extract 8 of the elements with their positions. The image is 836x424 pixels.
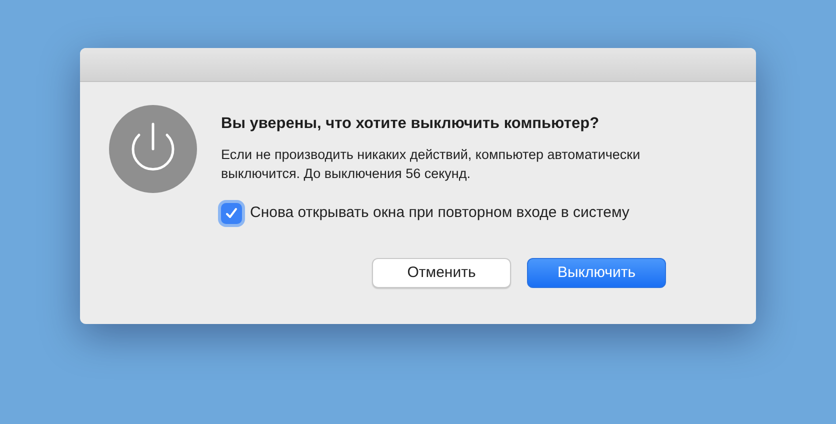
dialog-message: Если не производить никаких действий, компьютер автоматически выключится. До выключения 56 секунд. [221, 146, 642, 184]
shutdown-button[interactable]: Выключить [527, 258, 666, 288]
cancel-button[interactable]: Отменить [372, 258, 511, 288]
power-icon [109, 105, 197, 193]
dialog-heading: Вы уверены, что хотите выключить компьютер? [221, 114, 600, 134]
check-icon [225, 207, 238, 220]
checkbox[interactable] [221, 203, 242, 224]
checkbox-label: Снова открывать окна при повторном входе в систему [250, 203, 630, 224]
